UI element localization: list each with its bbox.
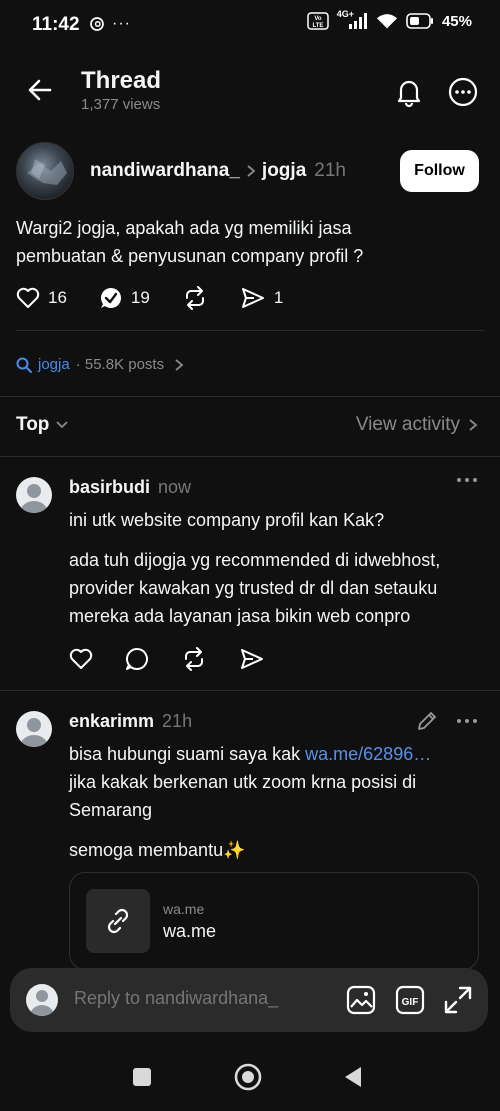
svg-text:LTE: LTE bbox=[312, 23, 323, 29]
send-icon bbox=[241, 288, 264, 308]
like-button[interactable]: 16 bbox=[16, 287, 67, 309]
heart-icon[interactable] bbox=[69, 648, 93, 670]
chevron-down-icon bbox=[56, 421, 69, 429]
svg-text:GIF: GIF bbox=[402, 997, 419, 1008]
status-time: 11:42 bbox=[32, 14, 80, 35]
svg-text:Vo: Vo bbox=[314, 16, 322, 22]
gif-icon[interactable]: GIF bbox=[395, 985, 425, 1015]
wifi-icon bbox=[376, 14, 398, 29]
home-icon[interactable] bbox=[234, 1063, 262, 1091]
link-thumbnail bbox=[86, 889, 150, 953]
view-activity-link[interactable]: View activity bbox=[356, 414, 478, 436]
divider bbox=[0, 456, 500, 457]
sort-dropdown[interactable]: Top bbox=[16, 414, 69, 436]
link-domain: wa.me bbox=[163, 901, 205, 917]
reply-actions bbox=[69, 647, 265, 671]
reply-header: enkarimm 21h bbox=[69, 711, 192, 732]
reply-avatar[interactable] bbox=[16, 477, 52, 513]
search-icon bbox=[16, 357, 32, 373]
chevron-right-icon bbox=[246, 164, 256, 178]
reply-header: basirbudi now bbox=[69, 477, 191, 498]
recents-icon[interactable] bbox=[132, 1067, 152, 1087]
divider bbox=[16, 330, 484, 331]
status-system-icons: Vo LTE 4G+ 45% bbox=[306, 9, 472, 30]
reply-avatar[interactable] bbox=[16, 711, 52, 747]
post-meta: nandiwardhana_ jogja 21h bbox=[90, 160, 346, 182]
reply-text-line: provider kawakan yg trusted dr dl dan se… bbox=[69, 578, 438, 598]
status-notification-icons: ··· bbox=[88, 15, 131, 33]
post-actions: 16 19 1 bbox=[16, 286, 315, 310]
volte-icon: VoLTE bbox=[306, 12, 329, 30]
reply-author[interactable]: basirbudi bbox=[69, 477, 150, 498]
author-name[interactable]: nandiwardhana_ bbox=[90, 160, 240, 182]
edit-pencil-icon[interactable] bbox=[416, 710, 438, 732]
page-title: Thread bbox=[81, 67, 162, 94]
more-options-icon[interactable] bbox=[447, 76, 479, 108]
reply-age: now bbox=[158, 477, 192, 497]
chevron-right-icon bbox=[175, 358, 184, 371]
more-notifications-icon: ··· bbox=[112, 15, 131, 32]
like-count: 16 bbox=[48, 288, 67, 307]
reply-text-prefix: bisa hubungi suami saya kak bbox=[69, 744, 306, 764]
reply-author[interactable]: enkarimm bbox=[69, 711, 154, 732]
repost-button[interactable] bbox=[182, 286, 208, 310]
topic-bar[interactable]: jogja · 55.8K posts bbox=[16, 356, 184, 373]
replied-check-icon bbox=[100, 288, 121, 308]
send-icon[interactable] bbox=[239, 647, 265, 671]
topic-link[interactable]: jogja bbox=[38, 356, 70, 373]
link-preview-card[interactable]: wa.me wa.me bbox=[69, 872, 479, 970]
comment-icon[interactable] bbox=[125, 647, 149, 671]
sort-label: Top bbox=[16, 414, 50, 435]
back-nav-icon[interactable] bbox=[343, 1066, 363, 1088]
post-text-line: Wargi2 jogja, apakah ada yg memiliki jas… bbox=[16, 218, 352, 238]
reply-count: 19 bbox=[130, 288, 150, 307]
share-button[interactable]: 1 bbox=[240, 286, 283, 310]
post-age: 21h bbox=[314, 160, 346, 181]
expand-icon[interactable] bbox=[443, 985, 473, 1015]
follow-button[interactable]: Follow bbox=[400, 150, 479, 192]
topic-post-count: · 55.8K posts bbox=[75, 356, 165, 373]
battery-percent: 45% bbox=[441, 12, 472, 30]
composer-avatar bbox=[26, 984, 58, 1016]
reply-text-line: jika kakak berkenan utk zoom krna posisi… bbox=[69, 772, 417, 792]
bell-icon[interactable] bbox=[393, 76, 425, 108]
system-nav-bar bbox=[0, 1046, 500, 1111]
repost-icon[interactable] bbox=[181, 647, 207, 671]
battery-icon bbox=[406, 13, 433, 29]
divider bbox=[0, 396, 500, 397]
post-topic[interactable]: jogja bbox=[262, 160, 306, 182]
author-avatar[interactable] bbox=[16, 142, 74, 200]
reply-composer: GIF bbox=[10, 968, 488, 1032]
reply-text: ini utk website company profil kan Kak? … bbox=[69, 506, 489, 630]
view-count: 1,377 views bbox=[81, 96, 161, 113]
threads-icon bbox=[90, 17, 104, 31]
reply-text-line: ini utk website company profil kan Kak? bbox=[69, 510, 385, 530]
divider bbox=[0, 690, 500, 691]
reply-text-line: semoga membantu✨ bbox=[69, 840, 246, 860]
reply-age: 21h bbox=[162, 711, 193, 731]
repost-icon bbox=[185, 286, 204, 310]
post-text-line: pembuatan & penyusunan company profil ? bbox=[16, 246, 364, 266]
view-activity-label: View activity bbox=[355, 414, 460, 435]
reply-more-icon[interactable] bbox=[456, 717, 478, 725]
whatsapp-link[interactable]: wa.me/62896… bbox=[305, 744, 431, 764]
post-text: Wargi2 jogja, apakah ada yg memiliki jas… bbox=[16, 214, 476, 270]
network-type: 4G+ bbox=[336, 9, 354, 19]
reply-text-line: bisa hubungi suami saya kak wa.me/62896… bbox=[69, 740, 489, 768]
reply-text: bisa hubungi suami saya kak wa.me/62896…… bbox=[69, 740, 489, 864]
back-arrow-icon[interactable] bbox=[26, 76, 54, 104]
share-count: 1 bbox=[273, 288, 284, 307]
reply-text-line: mereka ada layanan jasa bikin web conpro bbox=[69, 606, 411, 626]
reply-more-icon[interactable] bbox=[456, 476, 478, 484]
link-title: wa.me bbox=[163, 921, 217, 941]
reply-text-line: ada tuh dijogja yg recommended di idwebh… bbox=[69, 550, 441, 570]
heart-icon bbox=[16, 287, 40, 308]
reply-input[interactable] bbox=[74, 988, 324, 1009]
link-icon bbox=[107, 908, 129, 934]
reply-text-line: Semarang bbox=[69, 800, 153, 820]
chevron-right-icon bbox=[469, 419, 478, 431]
image-icon[interactable] bbox=[346, 985, 376, 1015]
reply-button[interactable]: 19 bbox=[99, 286, 150, 310]
